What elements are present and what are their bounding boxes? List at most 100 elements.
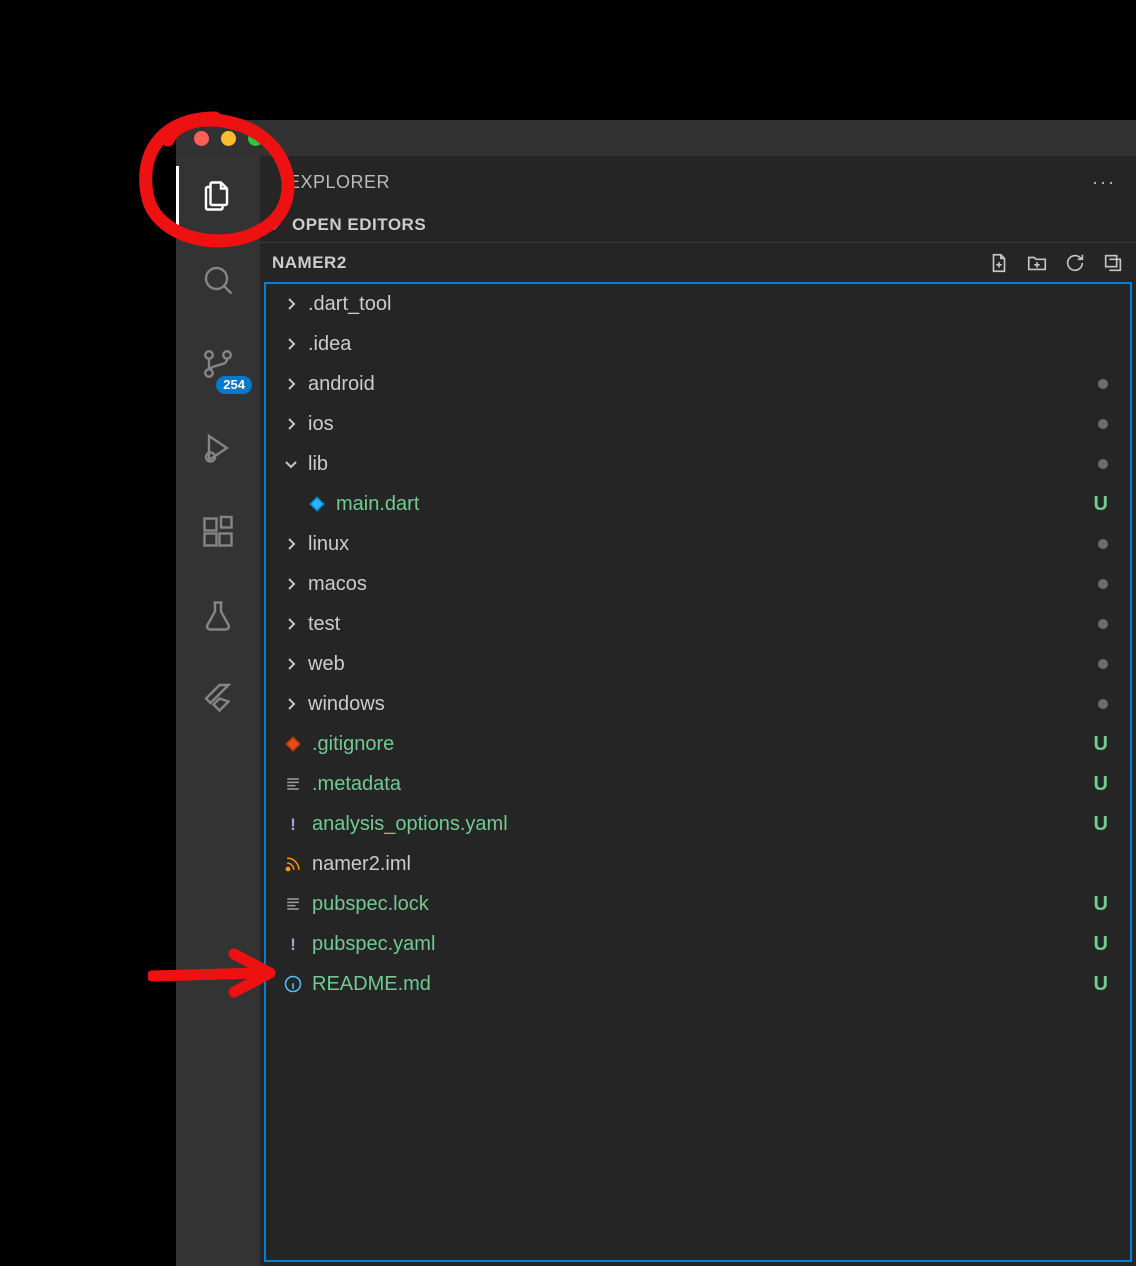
folder-label: macos <box>308 573 1090 596</box>
dirty-dot-icon <box>1098 579 1108 589</box>
folder-label: web <box>308 653 1090 676</box>
open-editors-label: OPEN EDITORS <box>292 215 426 235</box>
chevron-down-icon <box>264 216 284 234</box>
file-row[interactable]: main.dart U <box>266 484 1130 524</box>
git-decoration: U <box>1094 893 1108 916</box>
titlebar <box>176 120 1136 156</box>
window-body: 254 <box>176 156 1136 1266</box>
file-label: analysis_options.yaml <box>312 813 1086 836</box>
dirty-dot-icon <box>1098 659 1108 669</box>
file-tree[interactable]: .dart_tool .idea android ios lib main.dart Uli… <box>264 282 1132 1262</box>
file-label: .gitignore <box>312 733 1086 756</box>
project-actions <box>988 252 1124 274</box>
dirty-dot-icon <box>1098 539 1108 549</box>
activity-source-control[interactable]: 254 <box>194 340 242 388</box>
lines-file-icon <box>282 894 304 914</box>
folder-label: .dart_tool <box>308 293 1100 316</box>
chevron-right-icon <box>282 336 300 352</box>
debug-icon <box>200 430 236 466</box>
new-folder-icon[interactable] <box>1026 252 1048 274</box>
git-decoration: U <box>1094 773 1108 796</box>
file-label: README.md <box>312 973 1086 996</box>
chevron-right-icon <box>282 696 300 712</box>
refresh-icon[interactable] <box>1064 252 1086 274</box>
folder-row[interactable]: .dart_tool <box>266 284 1130 324</box>
activity-testing[interactable] <box>194 592 242 640</box>
activity-flutter[interactable] <box>194 676 242 724</box>
bang-file-icon: ! <box>282 934 304 954</box>
activity-extensions[interactable] <box>194 508 242 556</box>
file-label: .metadata <box>312 773 1086 796</box>
dirty-dot-icon <box>1098 619 1108 629</box>
folder-row[interactable]: test <box>266 604 1130 644</box>
folder-row[interactable]: lib <box>266 444 1130 484</box>
git-decoration: U <box>1094 973 1108 996</box>
window-minimize-button[interactable] <box>221 131 236 146</box>
chevron-right-icon <box>282 536 300 552</box>
folder-row[interactable]: android <box>266 364 1130 404</box>
flask-icon <box>200 598 236 634</box>
file-row[interactable]: .metadata U <box>266 764 1130 804</box>
file-row[interactable]: README.md U <box>266 964 1130 1004</box>
dirty-dot-icon <box>1098 459 1108 469</box>
project-header[interactable]: NAMER2 <box>260 242 1136 282</box>
chevron-right-icon <box>282 416 300 432</box>
files-icon <box>200 178 236 214</box>
project-name: NAMER2 <box>272 253 980 273</box>
file-row[interactable]: namer2.iml <box>266 844 1130 884</box>
info-file-icon <box>282 974 304 994</box>
sidebar-more-button[interactable]: ··· <box>1092 172 1116 193</box>
activity-search[interactable] <box>194 256 242 304</box>
explorer-sidebar: EXPLORER ··· OPEN EDITORS NAMER2 <box>260 156 1136 1266</box>
folder-label: android <box>308 373 1090 396</box>
file-row[interactable]: ! pubspec.yaml U <box>266 924 1130 964</box>
window-close-button[interactable] <box>194 131 209 146</box>
folder-label: lib <box>308 453 1090 476</box>
file-label: pubspec.lock <box>312 893 1086 916</box>
activity-explorer[interactable] <box>194 172 242 220</box>
chevron-right-icon <box>282 656 300 672</box>
sidebar-title: EXPLORER <box>288 172 390 193</box>
svg-text:!: ! <box>290 935 296 954</box>
file-row[interactable]: ! analysis_options.yaml U <box>266 804 1130 844</box>
folder-row[interactable]: .idea <box>266 324 1130 364</box>
open-editors-header[interactable]: OPEN EDITORS <box>260 208 1136 242</box>
file-label: main.dart <box>336 493 1086 516</box>
activity-run-debug[interactable] <box>194 424 242 472</box>
vscode-window: 254 <box>176 120 1136 1266</box>
source-control-badge: 254 <box>216 376 252 394</box>
file-label: pubspec.yaml <box>312 933 1086 956</box>
new-file-icon[interactable] <box>988 252 1010 274</box>
chevron-right-icon <box>282 616 300 632</box>
folder-label: windows <box>308 693 1090 716</box>
sidebar-title-row: EXPLORER ··· <box>260 156 1136 208</box>
dirty-dot-icon <box>1098 379 1108 389</box>
folder-row[interactable]: web <box>266 644 1130 684</box>
search-icon <box>200 262 236 298</box>
chevron-right-icon <box>282 296 300 312</box>
git-decoration: U <box>1094 493 1108 516</box>
folder-row[interactable]: macos <box>266 564 1130 604</box>
folder-row[interactable]: ios <box>266 404 1130 444</box>
chevron-right-icon <box>282 576 300 592</box>
folder-label: ios <box>308 413 1090 436</box>
dirty-dot-icon <box>1098 699 1108 709</box>
folder-row[interactable]: windows <box>266 684 1130 724</box>
file-row[interactable]: pubspec.lock U <box>266 884 1130 924</box>
folder-row[interactable]: linux <box>266 524 1130 564</box>
bang-file-icon: ! <box>282 814 304 834</box>
git-file-icon <box>282 734 304 754</box>
activity-bar: 254 <box>176 156 260 1266</box>
git-decoration: U <box>1094 813 1108 836</box>
flutter-icon <box>200 682 236 718</box>
git-decoration: U <box>1094 933 1108 956</box>
dirty-dot-icon <box>1098 419 1108 429</box>
window-maximize-button[interactable] <box>248 131 263 146</box>
lines-file-icon <box>282 774 304 794</box>
file-row[interactable]: .gitignoreU <box>266 724 1130 764</box>
chevron-down-icon <box>282 456 300 472</box>
folder-label: test <box>308 613 1090 636</box>
collapse-all-icon[interactable] <box>1102 252 1124 274</box>
folder-label: linux <box>308 533 1090 556</box>
extensions-icon <box>200 514 236 550</box>
